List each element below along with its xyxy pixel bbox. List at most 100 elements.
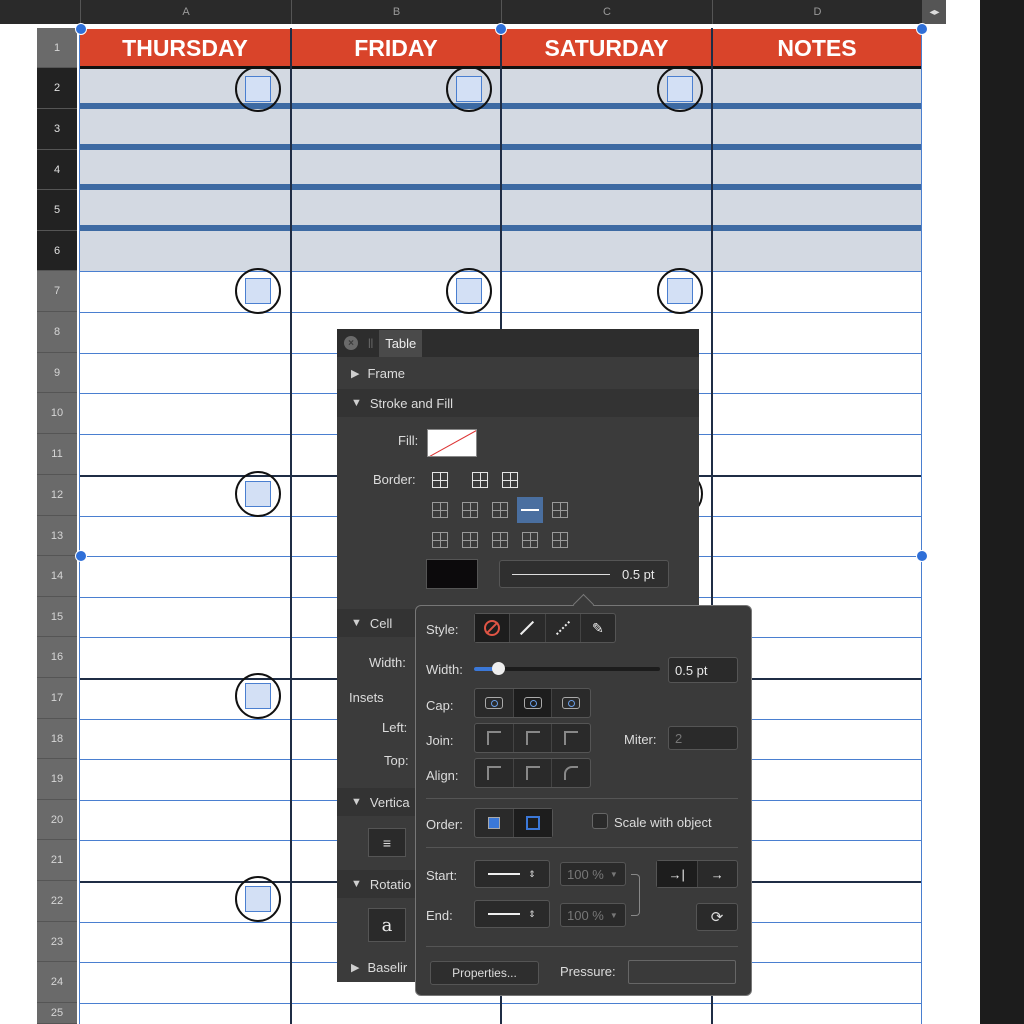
row-header[interactable]: 12 [37, 475, 77, 516]
join-icon[interactable] [552, 724, 590, 752]
stroke-width-button[interactable]: 0.5 pt [499, 560, 669, 588]
header-thursday[interactable]: THURSDAY [80, 29, 290, 67]
swap-icon[interactable]: ⟳ [696, 903, 738, 931]
scale-with-object-checkbox[interactable] [592, 813, 608, 829]
properties-button[interactable]: Properties... [430, 961, 539, 985]
order-icon[interactable] [475, 809, 514, 837]
align-icon[interactable] [475, 759, 514, 787]
header-friday[interactable]: FRIDAY [292, 29, 500, 67]
column-header-d[interactable]: D [712, 0, 922, 24]
row-header[interactable]: 21 [37, 840, 77, 881]
selection-handle[interactable] [75, 23, 87, 35]
join-icon[interactable] [475, 724, 514, 752]
checkbox-circle[interactable] [235, 673, 281, 719]
checkbox-circle[interactable] [446, 66, 492, 112]
align-top-icon[interactable]: ≡ [368, 828, 406, 857]
row-header[interactable]: 23 [37, 922, 77, 962]
row-header[interactable]: 19 [37, 759, 77, 800]
end-arrowhead-select[interactable]: ⇕ [474, 900, 550, 928]
checkbox-circle[interactable] [235, 66, 281, 112]
cap-icon[interactable] [475, 689, 514, 717]
row-header[interactable]: 4 [37, 150, 77, 190]
width-value-field[interactable]: 0.5 pt [668, 657, 738, 683]
border-grid-icon[interactable] [457, 527, 483, 553]
checkbox-circle[interactable] [235, 471, 281, 517]
row-header[interactable]: 22 [37, 881, 77, 922]
border-grid-icon[interactable] [427, 467, 453, 493]
checkbox-circle[interactable] [235, 268, 281, 314]
no-stroke-icon[interactable] [475, 614, 511, 642]
selection-handle[interactable] [495, 23, 507, 35]
align-icon[interactable] [552, 759, 590, 787]
row-header[interactable]: 24 [37, 962, 77, 1003]
border-grid-icon[interactable] [517, 497, 543, 523]
arrow-start-icon[interactable]: →| [657, 861, 698, 887]
cap-icon[interactable] [552, 689, 590, 717]
checkbox-circle[interactable] [235, 876, 281, 922]
slider-knob[interactable] [492, 662, 505, 675]
row-header[interactable]: 17 [37, 678, 77, 719]
border-grid-icon[interactable] [467, 467, 493, 493]
arrow-end-icon[interactable]: → [698, 861, 738, 887]
column-header-a[interactable]: A [80, 0, 291, 24]
row-header[interactable]: 11 [37, 434, 77, 475]
section-stroke-fill[interactable]: ▼ Stroke and Fill [337, 389, 699, 417]
rotation-glyph-icon[interactable]: a [368, 908, 406, 942]
border-grid-icon[interactable] [547, 497, 573, 523]
border-grid-icon[interactable] [427, 527, 453, 553]
selection-handle[interactable] [916, 550, 928, 562]
link-icon[interactable] [631, 874, 640, 916]
brush-icon[interactable]: ✎ [581, 614, 615, 642]
row-header[interactable]: 8 [37, 312, 77, 353]
border-grid-icon[interactable] [487, 497, 513, 523]
row-header[interactable]: 20 [37, 800, 77, 840]
panel-tab-table[interactable]: Table [379, 329, 423, 357]
row-header[interactable]: 16 [37, 637, 77, 678]
cap-icon[interactable] [513, 689, 553, 717]
row-header[interactable]: 15 [37, 597, 77, 637]
dashed-line-icon[interactable] [546, 614, 581, 642]
border-grid-icon[interactable] [497, 467, 523, 493]
column-resize-icon[interactable]: ◂▸ [922, 0, 946, 24]
pressure-graph[interactable] [628, 960, 736, 984]
row-header[interactable]: 10 [37, 393, 77, 434]
border-grid-icon[interactable] [517, 527, 543, 553]
row-header[interactable]: 9 [37, 353, 77, 393]
selection-handle[interactable] [916, 23, 928, 35]
border-grid-icon[interactable] [457, 497, 483, 523]
checkbox-circle[interactable] [657, 268, 703, 314]
solid-line-icon[interactable] [510, 614, 546, 642]
start-scale-field[interactable]: 100 % ▼ [560, 862, 626, 886]
grip-icon[interactable]: || [368, 338, 373, 349]
row-header[interactable]: 14 [37, 556, 77, 597]
row-header[interactable]: 6 [37, 231, 77, 271]
row-header[interactable]: 18 [37, 719, 77, 759]
column-header-b[interactable]: B [291, 0, 501, 24]
row-header[interactable]: 1 [37, 28, 77, 68]
start-arrowhead-select[interactable]: ⇕ [474, 860, 550, 888]
stroke-color-swatch[interactable] [426, 559, 478, 589]
border-grid-icon[interactable] [487, 527, 513, 553]
width-slider[interactable] [474, 662, 660, 675]
row-header[interactable]: 2 [37, 68, 77, 109]
header-saturday[interactable]: SATURDAY [502, 29, 711, 67]
border-grid-icon[interactable] [427, 497, 453, 523]
end-scale-field[interactable]: 100 % ▼ [560, 903, 626, 927]
miter-field[interactable]: 2 [668, 726, 738, 750]
align-icon[interactable] [514, 759, 553, 787]
selection-handle[interactable] [75, 550, 87, 562]
row-header[interactable]: 7 [37, 271, 77, 312]
fill-swatch[interactable] [427, 429, 477, 457]
join-icon[interactable] [514, 724, 553, 752]
close-icon[interactable]: × [344, 336, 358, 350]
column-header-c[interactable]: C [501, 0, 712, 24]
row-header[interactable]: 3 [37, 109, 77, 150]
checkbox-circle[interactable] [446, 268, 492, 314]
row-header[interactable]: 13 [37, 516, 77, 556]
header-notes[interactable]: NOTES [713, 29, 921, 67]
row-header[interactable]: 5 [37, 190, 77, 231]
border-grid-icon[interactable] [547, 527, 573, 553]
order-icon[interactable] [514, 809, 552, 837]
checkbox-circle[interactable] [657, 66, 703, 112]
row-header[interactable]: 25 [37, 1003, 77, 1024]
